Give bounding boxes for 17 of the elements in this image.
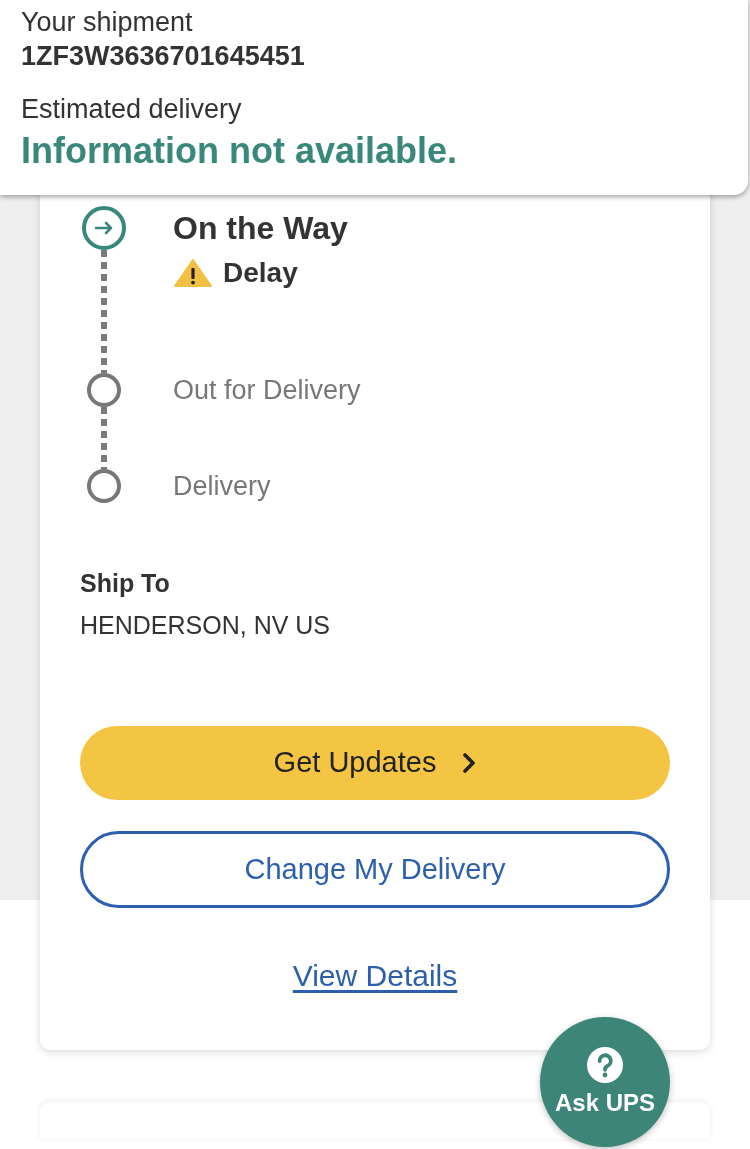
estimate-value: Information not available.: [21, 129, 458, 173]
question-icon: [587, 1047, 623, 1083]
step-label: Out for Delivery: [173, 374, 361, 407]
warning-icon: [173, 258, 213, 288]
ship-to-address: HENDERSON, NV US: [80, 610, 331, 641]
alert-text: Delay: [223, 256, 298, 290]
step-label: Delivery: [173, 470, 271, 503]
tracking-number: 1ZF3W3636701645451: [21, 40, 305, 73]
shipment-label: Your shipment: [21, 6, 193, 39]
change-delivery-button[interactable]: Change My Delivery: [80, 831, 670, 908]
chevron-right-icon: [462, 752, 477, 774]
step-label: On the Way: [173, 209, 348, 248]
view-details-link[interactable]: View Details: [292, 958, 458, 994]
get-updates-button[interactable]: Get Updates: [80, 726, 670, 800]
ship-to-label: Ship To: [80, 568, 170, 599]
timeline-connector: [101, 407, 107, 469]
estimate-label: Estimated delivery: [21, 93, 242, 126]
